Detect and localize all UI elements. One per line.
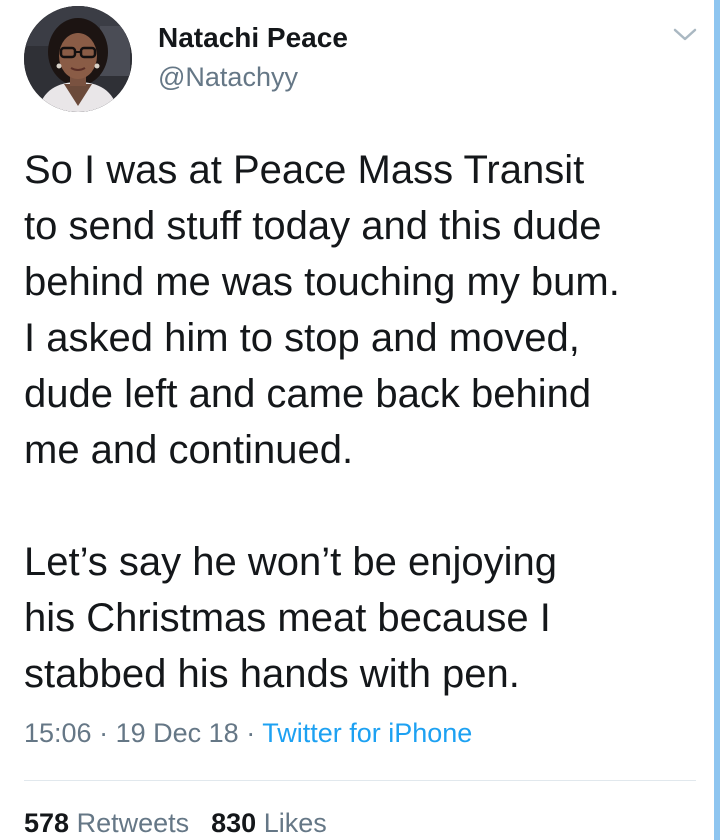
tweet-meta: 15:06 · 19 Dec 18 · Twitter for iPhone — [24, 718, 472, 749]
retweets-stat[interactable]: 578 Retweets — [24, 808, 189, 838]
divider — [24, 780, 696, 781]
user-handle[interactable]: @Natachyy — [158, 62, 298, 93]
tweet-detail: Natachi Peace @Natachyy So I was at Peac… — [0, 0, 720, 840]
likes-label: Likes — [263, 808, 327, 838]
scrollbar-edge — [714, 0, 720, 840]
tweet-time[interactable]: 15:06 — [24, 718, 92, 748]
retweets-label: Retweets — [76, 808, 190, 838]
tweet-source-link[interactable]: Twitter for iPhone — [262, 718, 472, 748]
tweet-line: his Christmas meat because I — [24, 596, 551, 640]
chevron-down-icon[interactable] — [670, 22, 700, 46]
likes-count: 830 — [211, 808, 257, 838]
meta-separator: · — [99, 718, 109, 748]
tweet-date[interactable]: 19 Dec 18 — [116, 718, 239, 748]
display-name[interactable]: Natachi Peace — [158, 22, 348, 54]
likes-stat[interactable]: 830 Likes — [211, 808, 327, 838]
tweet-text: So I was at Peace Mass Transit to send s… — [24, 142, 704, 702]
tweet-line: behind me was touching my bum. — [24, 260, 620, 304]
tweet-line: stabbed his hands with pen. — [24, 652, 520, 696]
tweet-line: So I was at Peace Mass Transit — [24, 148, 585, 192]
avatar[interactable] — [24, 6, 132, 112]
tweet-line: I asked him to stop and moved, — [24, 316, 580, 360]
tweet-line: me and continued. — [24, 428, 354, 472]
tweet-line: Let’s say he won’t be enjoying — [24, 540, 557, 584]
meta-separator: · — [246, 718, 256, 748]
tweet-line: to send stuff today and this dude — [24, 204, 602, 248]
retweets-count: 578 — [24, 808, 70, 838]
tweet-line: dude left and came back behind — [24, 372, 592, 416]
tweet-stats: 578 Retweets 830 Likes — [24, 808, 327, 839]
